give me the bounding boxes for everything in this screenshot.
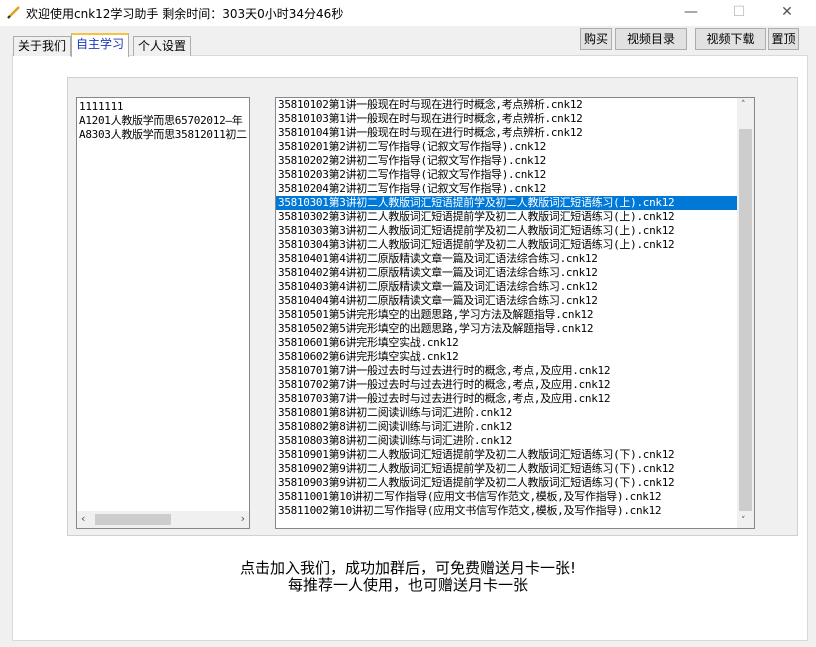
list-item[interactable]: 35810802第8讲初二阅读训练与词汇进阶.cnk12 [276,420,737,434]
list-item[interactable]: A1201人教版学而思65702012—年 [77,114,249,128]
tab-about[interactable]: 关于我们 [13,36,72,56]
minimize-button[interactable]: — [668,0,714,26]
vertical-scrollbar[interactable]: ˄ ˅ [737,98,754,528]
maximize-button[interactable]: ☐ [716,0,762,26]
scroll-left-icon[interactable]: ‹ [81,512,85,525]
list-item[interactable]: 35810103第1讲一般现在时与现在进行时概念,考点辨析.cnk12 [276,112,737,126]
list-item[interactable]: 35810201第2讲初二写作指导(记叙文写作指导).cnk12 [276,140,737,154]
pin-button[interactable]: 置顶 [768,28,799,50]
list-item[interactable]: 35810402第4讲初二原版精读文章一篇及词汇语法综合练习.cnk12 [276,266,737,280]
list-item[interactable]: 35810304第3讲初二人教版词汇短语提前学及初二人教版词汇短语练习(上).c… [276,238,737,252]
scroll-down-icon[interactable]: ˅ [741,516,746,526]
scroll-right-icon[interactable]: › [241,512,245,525]
promo-referral: 每推荐一人使用，也可赠送月卡一张 [287,576,528,594]
video-catalog-button[interactable]: 视频目录 [615,28,687,50]
scrollbar-thumb[interactable] [95,514,171,525]
list-item[interactable]: 35810403第4讲初二原版精读文章一篇及词汇语法综合练习.cnk12 [276,280,737,294]
list-item[interactable]: 35810501第5讲完形填空的出题思路,学习方法及解题指导.cnk12 [276,308,737,322]
list-item[interactable]: 35810801第8讲初二阅读训练与词汇进阶.cnk12 [276,406,737,420]
list-item[interactable]: 35810102第1讲一般现在时与现在进行时概念,考点辨析.cnk12 [276,98,737,112]
list-item[interactable]: 35810203第2讲初二写作指导(记叙文写作指导).cnk12 [276,168,737,182]
title-bar: 欢迎使用cnk12学习助手 剩余时间：303天0小时34分46秒 — ☐ ✕ [0,0,816,26]
list-item[interactable]: 35810903第9讲初二人教版词汇短语提前学及初二人教版词汇短语练习(下).c… [276,476,737,490]
list-item[interactable]: 35810901第9讲初二人教版词汇短语提前学及初二人教版词汇短语练习(下).c… [276,448,737,462]
list-item[interactable]: 35811001第10讲初二写作指导(应用文书信写作范文,模板,及写作指导).c… [276,490,737,504]
list-item[interactable]: 35810302第3讲初二人教版词汇短语提前学及初二人教版词汇短语练习(上).c… [276,210,737,224]
list-item[interactable]: 35810301第3讲初二人教版词汇短语提前学及初二人教版词汇短语练习(上).c… [276,196,737,210]
buy-button[interactable]: 购买 [580,28,612,50]
pencil-icon [7,6,20,19]
list-item[interactable]: 35810401第4讲初二原版精读文章一篇及词汇语法综合练习.cnk12 [276,252,737,266]
list-item[interactable]: 35810202第2讲初二写作指导(记叙文写作指导).cnk12 [276,154,737,168]
video-download-button[interactable]: 视频下载 [695,28,766,50]
list-item[interactable]: 35810803第8讲初二阅读训练与词汇进阶.cnk12 [276,434,737,448]
list-item[interactable]: 35810601第6讲完形填空实战.cnk12 [276,336,737,350]
list-item[interactable]: A8303人教版学而思35812011初二 [77,128,249,142]
horizontal-scrollbar[interactable]: ‹ › [77,511,249,528]
list-item[interactable]: 35810902第9讲初二人教版词汇短语提前学及初二人教版词汇短语练习(下).c… [276,462,737,476]
tab-self-study[interactable]: 自主学习 [71,33,130,57]
close-button[interactable]: ✕ [764,0,810,26]
list-item[interactable]: 35810204第2讲初二写作指导(记叙文写作指导).cnk12 [276,182,737,196]
video-list[interactable]: 35810102第1讲一般现在时与现在进行时概念,考点辨析.cnk12 35810… [275,97,755,529]
course-list[interactable]: 1111111 A1201人教版学而思65702012—年 A8303人教版学而思3… [76,97,250,529]
list-item[interactable]: 35810701第7讲一般过去时与过去进行时的概念,考点,及应用.cnk12 [276,364,737,378]
list-item[interactable]: 35810303第3讲初二人教版词汇短语提前学及初二人教版词汇短语练习(上).c… [276,224,737,238]
list-item[interactable]: 35810602第6讲完形填空实战.cnk12 [276,350,737,364]
list-item[interactable]: 35810703第7讲一般过去时与过去进行时的概念,考点,及应用.cnk12 [276,392,737,406]
tab-settings[interactable]: 个人设置 [133,36,192,56]
list-item[interactable]: 1111111 [77,100,249,114]
list-item[interactable]: 35810104第1讲一般现在时与现在进行时概念,考点辨析.cnk12 [276,126,737,140]
scroll-up-icon[interactable]: ˄ [741,100,746,110]
list-item[interactable]: 35810502第5讲完形填空的出题思路,学习方法及解题指导.cnk12 [276,322,737,336]
scrollbar-thumb[interactable] [739,129,752,511]
window-title: 欢迎使用cnk12学习助手 剩余时间：303天0小时34分46秒 [26,7,344,21]
list-item[interactable]: 35810702第7讲一般过去时与过去进行时的概念,考点,及应用.cnk12 [276,378,737,392]
list-item[interactable]: 35810404第4讲初二原版精读文章一篇及词汇语法综合练习.cnk12 [276,294,737,308]
list-item[interactable]: 35811002第10讲初二写作指导(应用文书信写作范文,模板,及写作指导).c… [276,504,737,518]
